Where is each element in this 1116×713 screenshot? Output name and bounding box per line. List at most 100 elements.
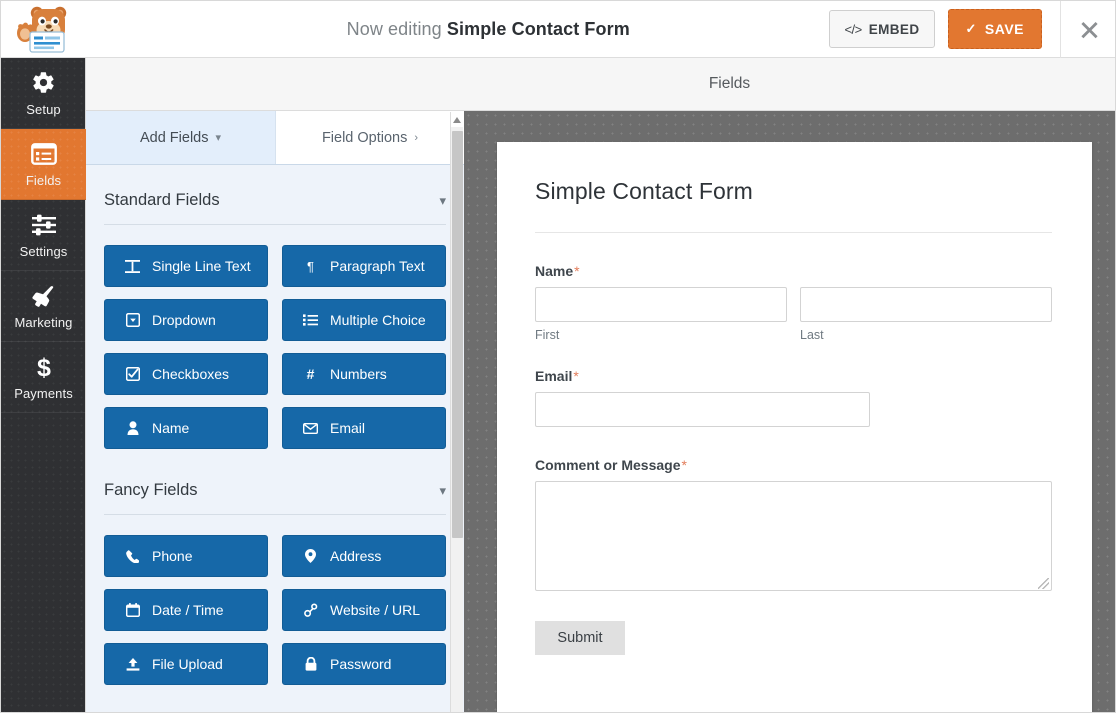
list-icon — [31, 141, 57, 167]
required-indicator: * — [681, 457, 686, 473]
sidebar-item-marketing[interactable]: Marketing — [1, 271, 86, 342]
section-header-standard-fields[interactable]: Standard Fields ▾ — [104, 165, 446, 225]
first-name-sublabel: First — [535, 328, 787, 342]
panel-tabs: Add Fields ▾ Field Options › — [86, 111, 464, 165]
form-title-divider — [535, 232, 1052, 233]
panel-scrollbar[interactable] — [450, 112, 463, 713]
field-button-label: Date / Time — [152, 603, 224, 617]
wpforms-bear-logo — [1, 1, 87, 58]
form-name: Simple Contact Form — [447, 19, 630, 39]
top-header-bar: Now editing Simple Contact Form </> EMBE… — [1, 1, 1116, 58]
name-last-col: Last — [800, 287, 1052, 342]
list-ul-icon — [302, 314, 319, 326]
last-name-sublabel: Last — [800, 328, 1052, 342]
field-button-numbers[interactable]: # Numbers — [282, 353, 446, 395]
first-name-input[interactable] — [535, 287, 787, 322]
gear-icon — [31, 70, 56, 96]
field-button-checkboxes[interactable]: Checkboxes — [104, 353, 268, 395]
svg-text:$: $ — [37, 354, 51, 380]
name-first-col: First — [535, 287, 787, 342]
chevron-down-icon: ▾ — [439, 193, 446, 209]
sidebar-item-fields[interactable]: Fields — [1, 129, 86, 200]
field-button-label: Phone — [152, 549, 192, 563]
scroll-up-arrow-icon[interactable] — [451, 112, 463, 127]
field-button-label: Single Line Text — [152, 259, 251, 273]
field-button-label: Paragraph Text — [330, 259, 425, 273]
submit-button[interactable]: Submit — [535, 621, 625, 655]
hashtag-icon: # — [302, 366, 319, 382]
field-button-date-time[interactable]: Date / Time — [104, 589, 268, 631]
sidebar-item-setup[interactable]: Setup — [1, 58, 86, 129]
sidebar-item-payments[interactable]: $ Payments — [1, 342, 86, 413]
sidebar-item-marketing-label: Marketing — [15, 315, 73, 330]
preview-field-name[interactable]: Name* First Last — [535, 263, 1052, 342]
chevron-right-icon: › — [414, 132, 418, 144]
field-button-name[interactable]: Name — [104, 407, 268, 449]
field-button-label: Numbers — [330, 367, 387, 381]
sidebar-item-payments-label: Payments — [14, 386, 73, 401]
resize-handle-icon[interactable] — [1038, 578, 1049, 589]
save-button[interactable]: ✓ SAVE — [948, 9, 1043, 49]
sidebar-item-settings[interactable]: Settings — [1, 200, 86, 271]
tab-field-options[interactable]: Field Options › — [275, 111, 464, 164]
field-button-dropdown[interactable]: Dropdown — [104, 299, 268, 341]
lock-icon — [302, 657, 319, 671]
scrollbar-thumb[interactable] — [452, 131, 463, 538]
field-button-phone[interactable]: Phone — [104, 535, 268, 577]
text-width-icon — [124, 260, 141, 273]
field-button-label: Email — [330, 421, 365, 435]
preview-field-email[interactable]: Email* — [535, 368, 1052, 427]
preview-field-comment[interactable]: Comment or Message* — [535, 457, 1052, 591]
phone-icon — [124, 550, 141, 563]
preview-field-name-label: Name* — [535, 263, 1052, 279]
email-input[interactable] — [535, 392, 870, 427]
label-text: Email — [535, 368, 572, 384]
field-button-label: Password — [330, 657, 391, 671]
section-header-fancy-fields[interactable]: Fancy Fields ▾ — [104, 449, 446, 515]
tab-add-fields-label: Add Fields — [140, 130, 209, 146]
field-button-label: Address — [330, 549, 381, 563]
form-preview-card: Simple Contact Form Name* First Last — [497, 142, 1092, 713]
panel-top-spacer — [86, 58, 464, 111]
field-button-label: Dropdown — [152, 313, 216, 327]
embed-button[interactable]: </> EMBED — [829, 10, 934, 48]
form-preview-title: Simple Contact Form — [535, 178, 1052, 205]
tab-field-options-label: Field Options — [322, 130, 407, 146]
envelope-icon — [302, 423, 319, 434]
section-title-standard-fields: Standard Fields — [104, 191, 220, 210]
main-header: Fields — [464, 58, 1116, 111]
field-button-address[interactable]: Address — [282, 535, 446, 577]
code-icon: </> — [844, 22, 861, 37]
section-title-fancy-fields: Fancy Fields — [104, 481, 198, 500]
embed-button-label: EMBED — [869, 22, 920, 37]
name-subfield-row: First Last — [535, 287, 1052, 342]
preview-field-comment-label: Comment or Message* — [535, 457, 1052, 473]
field-button-label: File Upload — [152, 657, 223, 671]
field-button-file-upload[interactable]: File Upload — [104, 643, 268, 685]
comment-textarea[interactable] — [535, 481, 1052, 591]
link-icon — [302, 603, 319, 617]
close-icon — [1080, 20, 1099, 39]
megaphone-icon — [30, 283, 57, 309]
required-indicator: * — [574, 263, 579, 279]
tab-add-fields[interactable]: Add Fields ▾ — [86, 111, 275, 164]
field-button-password[interactable]: Password — [282, 643, 446, 685]
close-button[interactable] — [1061, 1, 1116, 58]
field-button-multiple-choice[interactable]: Multiple Choice — [282, 299, 446, 341]
add-fields-panel: Add Fields ▾ Field Options › Standard Fi… — [86, 58, 464, 713]
builder-sidebar: Setup Fields — [1, 58, 86, 713]
field-button-label: Website / URL — [330, 603, 420, 617]
fancy-fields-grid: Phone Address — [104, 535, 446, 685]
check-square-icon — [124, 367, 141, 381]
preview-field-email-label: Email* — [535, 368, 1052, 384]
standard-fields-grid: Single Line Text ¶ Paragraph Text Dropdo… — [104, 245, 446, 449]
last-name-input[interactable] — [800, 287, 1052, 322]
field-button-email[interactable]: Email — [282, 407, 446, 449]
sidebar-item-fields-label: Fields — [26, 173, 61, 188]
field-button-label: Multiple Choice — [330, 313, 426, 327]
field-button-single-line-text[interactable]: Single Line Text — [104, 245, 268, 287]
field-button-paragraph-text[interactable]: ¶ Paragraph Text — [282, 245, 446, 287]
field-button-website-url[interactable]: Website / URL — [282, 589, 446, 631]
save-button-label: SAVE — [985, 21, 1024, 37]
map-marker-icon — [302, 549, 319, 563]
